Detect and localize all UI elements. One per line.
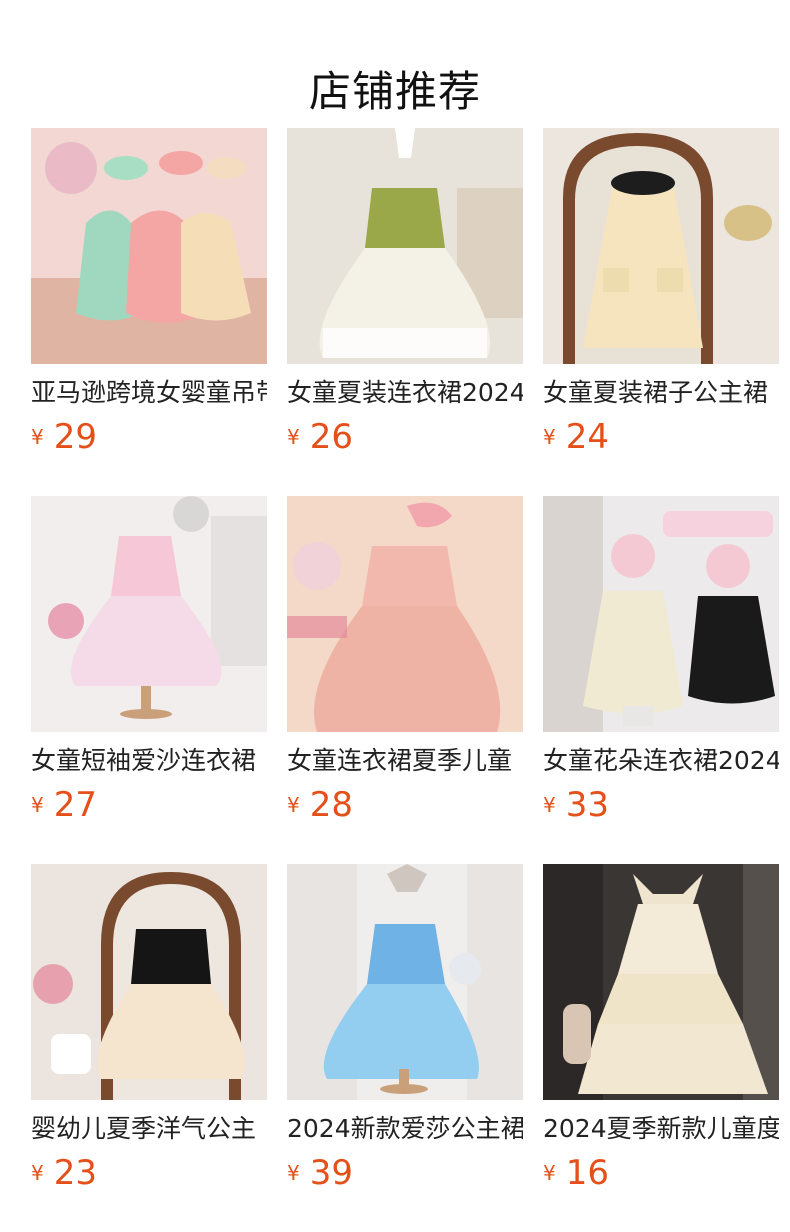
currency-symbol: ¥ xyxy=(31,793,44,817)
product-card[interactable]: 女童连衣裙夏季儿童 ¥28 xyxy=(287,496,523,864)
product-price: ¥33 xyxy=(543,782,609,828)
product-photo xyxy=(287,128,523,364)
product-card[interactable]: 女童短袖爱沙连衣裙 ¥27 xyxy=(31,496,267,864)
product-price: ¥24 xyxy=(543,414,609,460)
product-name[interactable]: 2024夏季新款儿童度 xyxy=(543,1112,779,1146)
product-price: ¥23 xyxy=(31,1150,97,1196)
currency-symbol: ¥ xyxy=(287,425,300,449)
product-card[interactable]: 女童花朵连衣裙2024 ¥33 xyxy=(543,496,779,864)
price-value: 33 xyxy=(565,785,609,825)
price-value: 16 xyxy=(565,1153,609,1193)
product-card[interactable]: 亚马逊跨境女婴童吊带 ¥29 xyxy=(31,128,267,496)
product-name[interactable]: 2024新款爱莎公主裙 xyxy=(287,1112,523,1146)
product-name[interactable]: 女童连衣裙夏季儿童 xyxy=(287,744,523,778)
product-price: ¥16 xyxy=(543,1150,609,1196)
currency-symbol: ¥ xyxy=(287,793,300,817)
product-image[interactable] xyxy=(287,864,523,1100)
currency-symbol: ¥ xyxy=(543,425,556,449)
currency-symbol: ¥ xyxy=(31,1161,44,1185)
currency-symbol: ¥ xyxy=(543,793,556,817)
product-card[interactable]: 2024新款爱莎公主裙 ¥39 xyxy=(287,864,523,1232)
product-image[interactable] xyxy=(31,496,267,732)
price-value: 23 xyxy=(53,1153,97,1193)
shop-recommendations-page: 店铺推荐 亚马逊跨境女婴童吊带 ¥29 女童夏装连衣裙2024 ¥ 26 女童夏… xyxy=(0,0,790,1232)
product-photo xyxy=(287,496,523,732)
product-name[interactable]: 女童花朵连衣裙2024 xyxy=(543,744,779,778)
product-name[interactable]: 女童短袖爱沙连衣裙 xyxy=(31,744,267,778)
product-image[interactable] xyxy=(31,128,267,364)
product-image[interactable] xyxy=(543,128,779,364)
price-value: 28 xyxy=(309,785,353,825)
product-photo xyxy=(287,864,523,1100)
product-name[interactable]: 亚马逊跨境女婴童吊带 xyxy=(31,376,267,410)
price-value: 27 xyxy=(53,785,97,825)
product-image[interactable] xyxy=(543,496,779,732)
product-price: ¥26 xyxy=(287,414,353,460)
product-photo xyxy=(31,864,267,1100)
product-photo xyxy=(543,864,779,1100)
product-image[interactable] xyxy=(543,864,779,1100)
product-image[interactable] xyxy=(287,496,523,732)
currency-symbol: ¥ xyxy=(287,1161,300,1185)
product-price: ¥28 xyxy=(287,782,353,828)
product-grid: 亚马逊跨境女婴童吊带 ¥29 女童夏装连衣裙2024 ¥26 女童夏装裙子公主裙… xyxy=(31,128,779,1232)
product-name[interactable]: 婴幼儿夏季洋气公主 xyxy=(31,1112,267,1146)
product-card[interactable]: 女童夏装连衣裙2024 ¥26 xyxy=(287,128,523,496)
price-value: 29 xyxy=(53,417,97,457)
section-title: 店铺推荐 xyxy=(308,67,481,117)
price-value: 39 xyxy=(309,1153,353,1193)
product-name[interactable]: 女童夏装裙子公主裙 xyxy=(543,376,779,410)
product-card[interactable]: 女童夏装裙子公主裙 ¥24 xyxy=(543,128,779,496)
product-price: ¥39 xyxy=(287,1150,353,1196)
product-photo xyxy=(543,496,779,732)
product-photo xyxy=(543,128,779,364)
product-card[interactable]: 婴幼儿夏季洋气公主 ¥23 xyxy=(31,864,267,1232)
product-price: ¥27 xyxy=(31,782,97,828)
product-price: ¥29 xyxy=(31,414,97,460)
currency-symbol: ¥ xyxy=(543,1161,556,1185)
product-image[interactable] xyxy=(31,864,267,1100)
product-image[interactable] xyxy=(287,128,523,364)
product-card[interactable]: 2024夏季新款儿童度 ¥16 xyxy=(543,864,779,1232)
product-photo xyxy=(31,496,267,732)
product-photo xyxy=(31,128,267,364)
currency-symbol: ¥ xyxy=(31,425,44,449)
price-value: 26 xyxy=(309,417,353,457)
product-name[interactable]: 女童夏装连衣裙2024 xyxy=(287,376,523,410)
price-value: 24 xyxy=(565,417,609,457)
